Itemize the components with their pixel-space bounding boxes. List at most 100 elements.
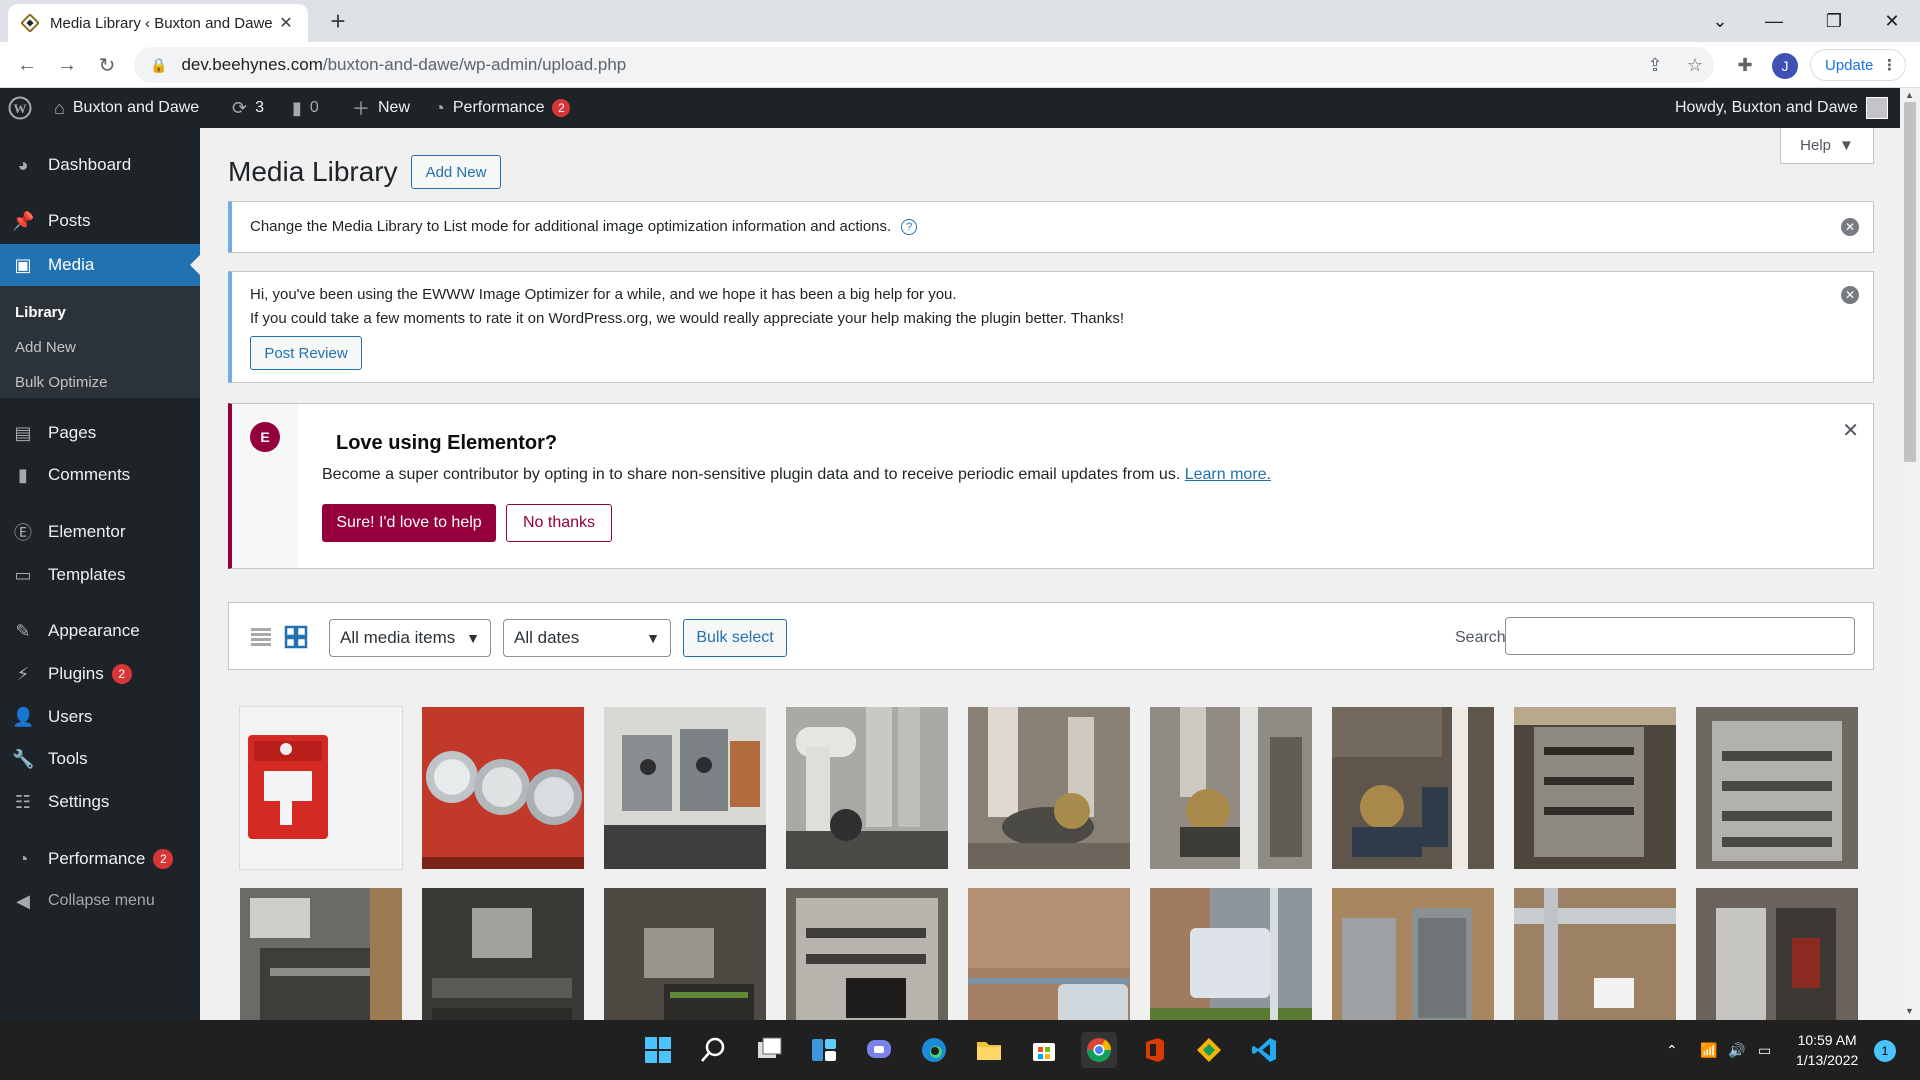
page-scrollbar[interactable]: ▲ ▼ (1900, 88, 1920, 1020)
admin-bar-site[interactable]: ⌂ Buxton and Dawe (54, 88, 199, 128)
media-thumbnail[interactable] (1514, 707, 1676, 869)
browser-update-button[interactable]: Update ⋮ (1810, 49, 1906, 81)
search-icon[interactable] (695, 1032, 731, 1068)
taskbar-clock[interactable]: 10:59 AM 1/13/2022 (1796, 1030, 1858, 1070)
question-icon[interactable]: ? (901, 219, 918, 236)
media-thumbnail[interactable] (786, 888, 948, 1020)
reload-icon[interactable]: ↻ (92, 50, 122, 80)
learn-more-link[interactable]: Learn more. (1185, 466, 1271, 483)
chrome-browser-icon[interactable] (1081, 1032, 1117, 1068)
extensions-puzzle-icon[interactable]: ✚ (1730, 50, 1760, 80)
date-value: All dates (514, 628, 580, 647)
sidebar-item-users[interactable]: 👤 Users (0, 696, 200, 738)
media-thumbnail[interactable] (604, 707, 766, 869)
tab-search-chevron-icon[interactable]: ⌄ (1692, 0, 1748, 42)
wp-logo-icon[interactable]: W (8, 88, 32, 128)
scrollbar-thumb[interactable] (1904, 102, 1916, 462)
restore-icon[interactable]: ❐ (1806, 0, 1862, 42)
scroll-down-icon[interactable]: ▼ (1905, 1006, 1914, 1016)
collapse-menu[interactable]: ◀ Collapse menu (0, 880, 200, 922)
close-icon[interactable]: ✕ (1842, 418, 1859, 443)
scroll-up-icon[interactable]: ▲ (1905, 90, 1914, 100)
media-thumbnail[interactable] (1332, 707, 1494, 869)
submenu-bulk-optimize[interactable]: Bulk Optimize (15, 374, 108, 391)
admin-sidebar: ◕ Dashboard 📌 Posts ▣ Media Library Add New… (0, 128, 200, 1020)
date-select[interactable]: All dates ▼ (503, 619, 671, 657)
sidebar-item-plugins[interactable]: ⚡ Plugins 2 (0, 653, 200, 695)
submenu-add-new[interactable]: Add New (15, 339, 76, 356)
vscode-icon[interactable] (1246, 1032, 1282, 1068)
sidebar-item-templates[interactable]: ▭ Templates (0, 554, 200, 596)
media-thumbnail[interactable] (968, 888, 1130, 1020)
notification-badge[interactable]: 1 (1874, 1040, 1896, 1062)
admin-bar-performance[interactable]: ◔ Performance 2 (434, 88, 571, 128)
bookmark-star-icon[interactable]: ☆ (1680, 50, 1710, 80)
forward-icon[interactable]: → (52, 50, 82, 80)
sidebar-item-pages[interactable]: ▤ Pages (0, 412, 200, 454)
sidebar-item-dashboard[interactable]: ◕ Dashboard (0, 144, 200, 186)
sidebar-item-media[interactable]: ▣ Media (0, 244, 200, 286)
edge-browser-icon[interactable] (916, 1032, 952, 1068)
dismiss-icon[interactable]: ✕ (1841, 286, 1859, 304)
media-thumbnail[interactable] (422, 707, 584, 869)
sidebar-item-performance[interactable]: ◔ Performance 2 (0, 838, 200, 880)
office-icon[interactable] (1136, 1032, 1172, 1068)
media-thumbnail[interactable] (1696, 707, 1858, 869)
task-view-icon[interactable] (751, 1032, 787, 1068)
post-review-button[interactable]: Post Review (250, 336, 362, 370)
git-kraken-icon[interactable] (1191, 1032, 1227, 1068)
search-input[interactable] (1505, 617, 1855, 655)
windows-start-icon[interactable] (640, 1032, 676, 1068)
new-label: New (378, 99, 411, 116)
media-thumbnail[interactable] (968, 707, 1130, 869)
volume-icon[interactable]: 🔊 (1728, 1020, 1745, 1080)
browser-tab[interactable]: Media Library ‹ Buxton and Dawe ✕ (8, 4, 308, 42)
sidebar-item-tools[interactable]: 🔧 Tools (0, 738, 200, 780)
media-thumbnail[interactable] (240, 888, 402, 1020)
wifi-icon[interactable]: 📶 (1700, 1020, 1717, 1080)
profile-avatar[interactable]: J (1772, 53, 1798, 79)
window-close-icon[interactable]: ✕ (1864, 0, 1920, 42)
sidebar-item-elementor[interactable]: Ⓔ Elementor (0, 511, 200, 553)
tab-close-icon[interactable]: ✕ (276, 13, 296, 33)
battery-icon[interactable]: ▭ (1758, 1020, 1771, 1080)
help-tab[interactable]: Help ▼ (1780, 128, 1874, 164)
media-type-select[interactable]: All media items ▼ (329, 619, 491, 657)
new-tab-icon[interactable]: + (324, 8, 352, 36)
no-thanks-button[interactable]: No thanks (506, 504, 612, 542)
teams-chat-icon[interactable] (861, 1032, 897, 1068)
microsoft-store-icon[interactable] (1026, 1032, 1062, 1068)
url-field[interactable]: 🔒 dev.beehynes.com/buxton-and-dawe/wp-ad… (134, 47, 1714, 83)
media-thumbnail[interactable] (604, 888, 766, 1020)
admin-bar-account[interactable]: Howdy, Buxton and Dawe (1675, 88, 1888, 128)
list-view-icon[interactable] (249, 625, 273, 649)
file-explorer-icon[interactable] (971, 1032, 1007, 1068)
bulk-select-button[interactable]: Bulk select (683, 619, 787, 657)
media-thumbnail[interactable] (422, 888, 584, 1020)
grid-view-icon[interactable] (284, 625, 308, 649)
share-icon[interactable]: ⇪ (1640, 50, 1670, 80)
minimize-icon[interactable]: — (1746, 0, 1802, 42)
sidebar-item-label: Settings (48, 792, 110, 811)
media-thumbnail[interactable] (1150, 888, 1312, 1020)
dismiss-icon[interactable]: ✕ (1841, 218, 1859, 236)
media-thumbnail[interactable] (1150, 707, 1312, 869)
sidebar-item-settings[interactable]: ☷ Settings (0, 781, 200, 823)
widgets-icon[interactable] (806, 1032, 842, 1068)
admin-bar-new[interactable]: ＋ New (352, 88, 410, 128)
add-new-button[interactable]: Add New (411, 155, 501, 189)
tray-overflow-icon[interactable]: ⌃ (1666, 1020, 1678, 1080)
opt-in-button[interactable]: Sure! I'd love to help (322, 504, 496, 542)
sidebar-item-appearance[interactable]: ✎ Appearance (0, 610, 200, 652)
sidebar-item-comments[interactable]: ▮ Comments (0, 454, 200, 496)
admin-bar-comments[interactable]: ▮ 0 (292, 88, 319, 128)
media-thumbnail[interactable] (786, 707, 948, 869)
media-thumbnail[interactable] (1696, 888, 1858, 1020)
sidebar-item-posts[interactable]: 📌 Posts (0, 200, 200, 242)
media-thumbnail[interactable] (1514, 888, 1676, 1020)
media-thumbnail[interactable] (1332, 888, 1494, 1020)
admin-bar-updates[interactable]: ⟳ 3 (232, 88, 264, 128)
media-thumbnail[interactable] (239, 706, 403, 870)
back-icon[interactable]: ← (12, 50, 42, 80)
submenu-library[interactable]: Library (15, 304, 66, 321)
